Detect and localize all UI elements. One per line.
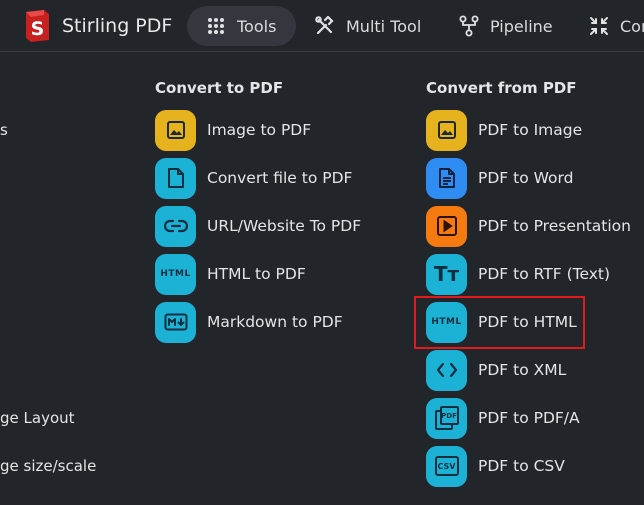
menu-item-pdf-to-xml[interactable]: PDF to XML (426, 349, 566, 391)
tab-compress[interactable]: Com (586, 6, 644, 46)
menu-item-label: PDF to CSV (478, 457, 565, 475)
menu-item-label: Markdown to PDF (207, 313, 343, 331)
tab-compress-label: Com (620, 16, 644, 36)
text-format-icon: Tт (426, 253, 467, 295)
menu-item-pdf-to-presentation[interactable]: PDF to Presentation (426, 205, 631, 247)
menu-item-label: PDF to RTF (Text) (478, 265, 611, 283)
image-icon (426, 109, 467, 151)
tab-tools-label: Tools (237, 16, 277, 36)
menu-item-image-to-pdf[interactable]: Image to PDF (155, 109, 311, 151)
stirling-logo-icon: S (22, 9, 52, 43)
compress-icon (588, 15, 610, 37)
menu-item-label: PDF to Word (478, 169, 574, 187)
tab-multi-tool[interactable]: Multi Tool (312, 6, 421, 46)
menu-item-label: PDF to Presentation (478, 217, 631, 235)
html-icon: HTML (155, 253, 196, 295)
menu-item-pdf-to-image[interactable]: PDF to Image (426, 109, 582, 151)
convert-to-pdf-heading: Convert to PDF (155, 79, 284, 97)
pipeline-icon (458, 15, 480, 37)
code-icon (426, 349, 467, 391)
left-menu-item-fragment[interactable]: ge Layout (0, 408, 75, 428)
convert-from-pdf-heading: Convert from PDF (426, 79, 577, 97)
highlight-box (414, 296, 585, 349)
image-icon (155, 109, 196, 151)
menu-item-label: PDF to XML (478, 361, 567, 379)
left-menu-item-fragment[interactable]: s (0, 120, 8, 140)
tab-tools[interactable]: Tools (187, 6, 296, 46)
menu-item-html-to-pdf[interactable]: HTML HTML to PDF (155, 253, 306, 295)
file-icon (155, 157, 196, 199)
menu-item-label: PDF to PDF/A (478, 409, 580, 427)
menu-item-label: HTML to PDF (207, 265, 306, 283)
presentation-icon (426, 205, 467, 247)
grid-icon (205, 15, 227, 37)
menu-item-markdown-to-pdf[interactable]: Markdown to PDF (155, 301, 343, 343)
markdown-icon (155, 301, 196, 343)
top-navbar: S Stirling PDF Tools Multi Tool Pipeline… (0, 0, 644, 52)
tab-multi-tool-label: Multi Tool (346, 16, 422, 36)
tab-pipeline-label: Pipeline (490, 16, 553, 36)
menu-item-label: Convert file to PDF (207, 169, 353, 187)
document-icon (426, 157, 467, 199)
menu-item-url-to-pdf[interactable]: URL/Website To PDF (155, 205, 361, 247)
menu-item-pdf-to-word[interactable]: PDF to Word (426, 157, 573, 199)
menu-item-convert-file-to-pdf[interactable]: Convert file to PDF (155, 157, 352, 199)
brand[interactable]: S Stirling PDF (22, 7, 172, 45)
csv-icon: CSV (426, 445, 467, 487)
menu-item-pdf-to-pdfa[interactable]: PDF PDF to PDF/A (426, 397, 580, 439)
menu-item-label: PDF to Image (478, 121, 583, 139)
menu-item-pdf-to-rtf[interactable]: Tт PDF to RTF (Text) (426, 253, 610, 295)
tools-icon (314, 15, 336, 37)
menu-item-pdf-to-csv[interactable]: CSV PDF to CSV (426, 445, 565, 487)
pdfa-icon: PDF (426, 397, 467, 439)
svg-text:S: S (31, 18, 45, 40)
left-menu-item-fragment[interactable]: ge size/scale (0, 456, 96, 476)
tab-pipeline[interactable]: Pipeline (456, 6, 553, 46)
brand-name: Stirling PDF (62, 15, 173, 37)
menu-item-label: Image to PDF (207, 121, 312, 139)
link-icon (155, 205, 196, 247)
menu-item-label: URL/Website To PDF (207, 217, 362, 235)
